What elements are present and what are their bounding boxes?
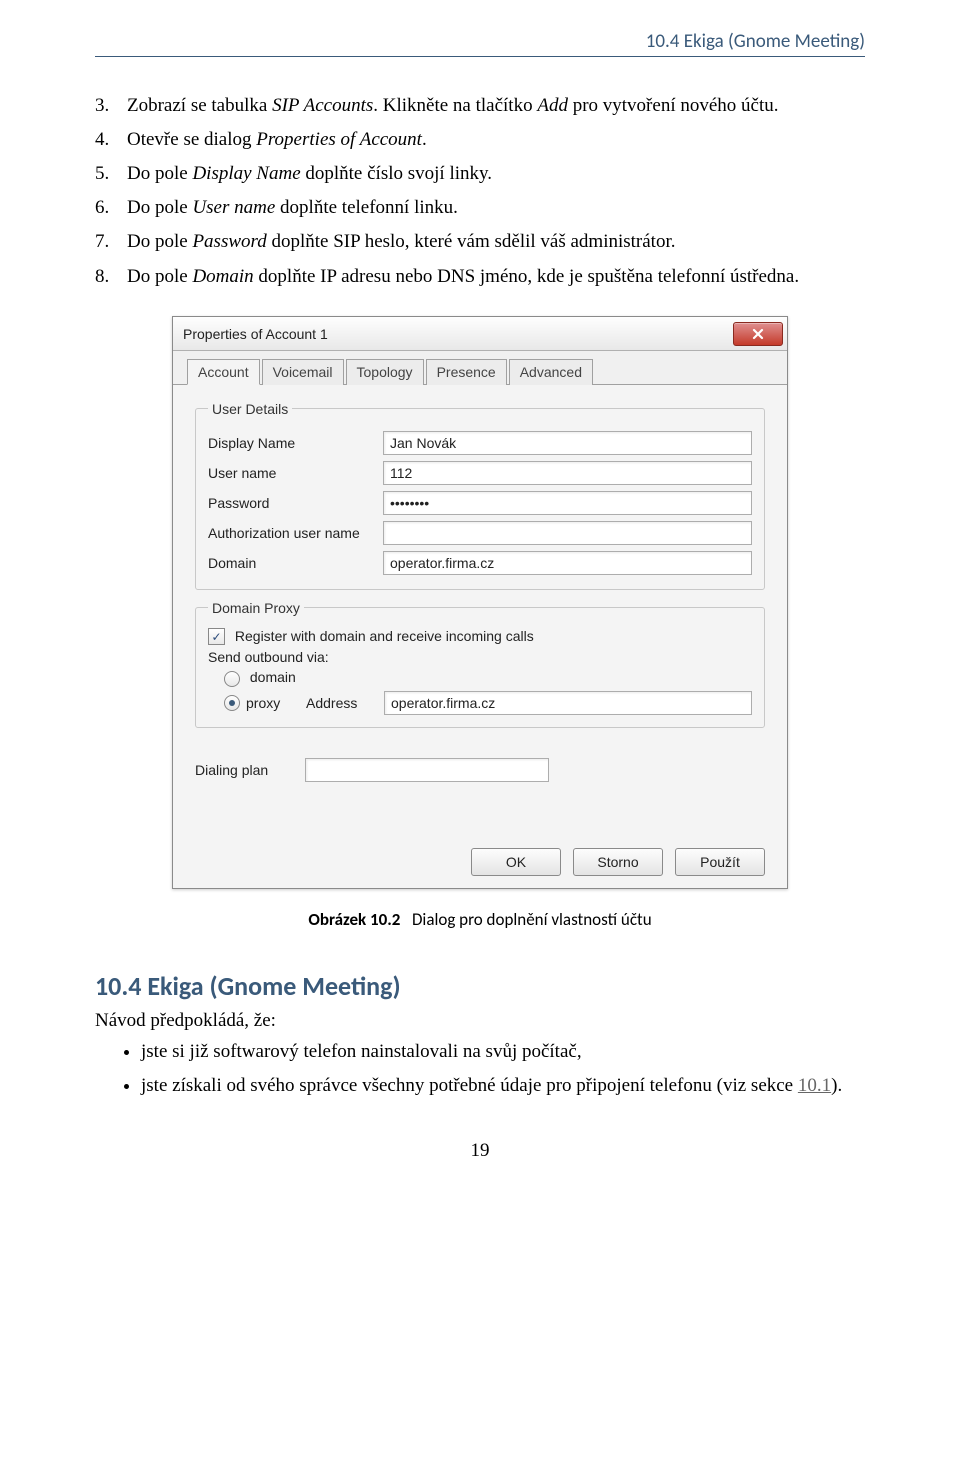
dialog-screenshot: Properties of Account 1 AccountVoicemail…	[172, 316, 788, 889]
tab-voicemail[interactable]: Voicemail	[262, 359, 344, 385]
tab-advanced[interactable]: Advanced	[509, 359, 593, 385]
register-checkbox[interactable]: ✓	[208, 628, 225, 645]
user-details-legend: User Details	[208, 401, 292, 417]
cancel-button[interactable]: Storno	[573, 848, 663, 876]
step-number: 3.	[95, 92, 127, 120]
step-text: Do pole Display Name doplňte číslo svojí…	[127, 160, 865, 188]
dialog-title: Properties of Account 1	[183, 326, 328, 342]
proxy-radio-label: proxy	[246, 695, 306, 711]
dialog-tabs: AccountVoicemailTopologyPresenceAdvanced	[173, 351, 787, 385]
figure-caption: Obrázek 10.2 Dialog pro doplnění vlastno…	[95, 909, 865, 930]
step-text: Otevře se dialog Properties of Account.	[127, 126, 865, 154]
caption-number: Obrázek 10.2	[308, 909, 400, 930]
password-field[interactable]: ••••••••	[383, 491, 752, 515]
auth-user-label: Authorization user name	[208, 525, 383, 541]
password-label: Password	[208, 495, 383, 511]
page-number: 19	[95, 1140, 865, 1162]
prerequisite-list: jste si již softwarový telefon nainstalo…	[95, 1038, 865, 1100]
caption-text: Dialog pro doplnění vlastností účtu	[412, 909, 652, 930]
send-outbound-label: Send outbound via:	[208, 649, 752, 665]
step-number: 7.	[95, 228, 127, 256]
tab-account[interactable]: Account	[187, 359, 260, 385]
tab-presence[interactable]: Presence	[426, 359, 507, 385]
section-heading: 10.4 Ekiga (Gnome Meeting)	[95, 970, 865, 1002]
instruction-step: 6.Do pole User name doplňte telefonní li…	[95, 194, 865, 222]
instruction-step: 7.Do pole Password doplňte SIP heslo, kt…	[95, 228, 865, 256]
step-number: 4.	[95, 126, 127, 154]
user-name-label: User name	[208, 465, 383, 481]
list-item: jste získali od svého správce všechny po…	[141, 1072, 865, 1100]
intro-text: Návod předpokládá, že:	[95, 1010, 865, 1032]
domain-radio[interactable]	[224, 671, 240, 687]
step-text: Do pole User name doplňte telefonní link…	[127, 194, 865, 222]
proxy-radio[interactable]	[224, 695, 240, 711]
list-item: jste si již softwarový telefon nainstalo…	[141, 1038, 865, 1066]
instruction-step: 3.Zobrazí se tabulka SIP Accounts. Klikn…	[95, 92, 865, 120]
domain-field[interactable]: operator.firma.cz	[383, 551, 752, 575]
domain-label: Domain	[208, 555, 383, 571]
instruction-step: 8.Do pole Domain doplňte IP adresu nebo …	[95, 263, 865, 291]
instruction-step: 4.Otevře se dialog Properties of Account…	[95, 126, 865, 154]
dialog-titlebar: Properties of Account 1	[173, 317, 787, 351]
display-name-field[interactable]: Jan Novák	[383, 431, 752, 455]
apply-button[interactable]: Použít	[675, 848, 765, 876]
domain-radio-label: domain	[250, 669, 296, 685]
dialing-plan-field[interactable]	[305, 758, 549, 782]
instruction-step: 5.Do pole Display Name doplňte číslo svo…	[95, 160, 865, 188]
step-number: 8.	[95, 263, 127, 291]
register-label: Register with domain and receive incomin…	[235, 628, 534, 644]
tab-topology[interactable]: Topology	[346, 359, 424, 385]
address-label: Address	[306, 695, 384, 711]
close-icon	[750, 328, 766, 340]
user-details-group: User Details Display Name Jan Novák User…	[195, 401, 765, 590]
step-number: 6.	[95, 194, 127, 222]
display-name-label: Display Name	[208, 435, 383, 451]
step-text: Zobrazí se tabulka SIP Accounts. Kliknět…	[127, 92, 865, 120]
user-name-field[interactable]: 112	[383, 461, 752, 485]
close-button[interactable]	[733, 322, 783, 346]
step-text: Do pole Domain doplňte IP adresu nebo DN…	[127, 263, 865, 291]
step-number: 5.	[95, 160, 127, 188]
instruction-steps: 3.Zobrazí se tabulka SIP Accounts. Klikn…	[95, 92, 865, 291]
ok-button[interactable]: OK	[471, 848, 561, 876]
address-field[interactable]: operator.firma.cz	[384, 691, 752, 715]
page-header: 10.4 Ekiga (Gnome Meeting)	[95, 30, 865, 57]
domain-proxy-legend: Domain Proxy	[208, 600, 304, 616]
dialing-plan-label: Dialing plan	[195, 762, 305, 778]
step-text: Do pole Password doplňte SIP heslo, kter…	[127, 228, 865, 256]
auth-user-field[interactable]	[383, 521, 752, 545]
domain-proxy-group: Domain Proxy ✓ Register with domain and …	[195, 600, 765, 728]
